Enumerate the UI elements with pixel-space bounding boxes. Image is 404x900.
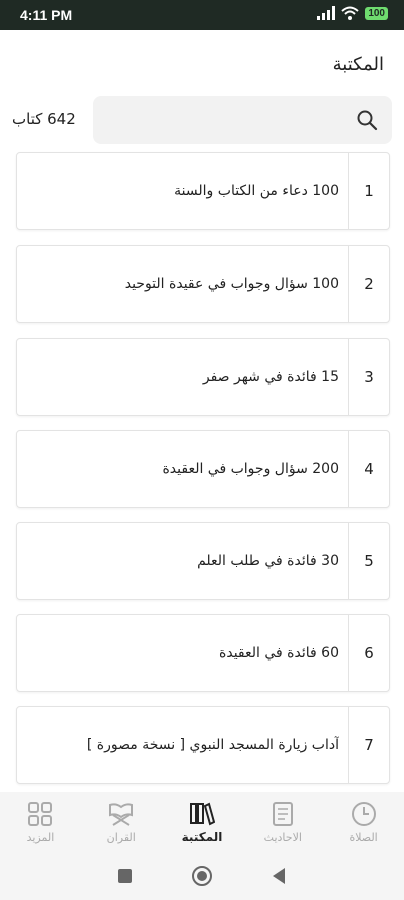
signal-icon xyxy=(317,6,336,20)
list-item[interactable]: 3 15 فائدة في شهر صفر xyxy=(16,338,390,416)
book-title: 15 فائدة في شهر صفر xyxy=(202,369,339,385)
recents-icon[interactable] xyxy=(117,868,133,884)
status-icons: 100 xyxy=(317,6,388,20)
book-title: 60 فائدة في العقيدة xyxy=(219,645,339,661)
book-number: 7 xyxy=(348,707,389,783)
book-title: 100 سؤال وجواب في عقيدة التوحيد xyxy=(124,276,339,292)
nav-label: المزيد xyxy=(26,830,55,844)
list-item[interactable]: 2 100 سؤال وجواب في عقيدة التوحيد xyxy=(16,245,390,323)
book-count: 642 كتاب xyxy=(12,110,76,128)
page-title: المكتبة xyxy=(332,54,384,75)
nav-label: الصلاة xyxy=(349,830,378,844)
book-title: 30 فائدة في طلب العلم xyxy=(197,553,339,569)
search-input[interactable] xyxy=(105,104,349,138)
wifi-icon xyxy=(341,6,359,20)
book-number: 4 xyxy=(348,431,389,507)
list-item[interactable]: 4 200 سؤال وجواب في العقيدة xyxy=(16,430,390,508)
nav-label: المكتبة xyxy=(181,830,223,844)
bottom-nav: الصلاة الاحاديث المكتبة القران المزيد xyxy=(0,792,404,852)
battery-icon: 100 xyxy=(365,6,388,20)
search-bar[interactable] xyxy=(93,96,392,144)
system-nav xyxy=(0,852,404,900)
nav-item-library[interactable]: المكتبة xyxy=(162,792,243,852)
status-time: 4:11 PM xyxy=(20,7,73,23)
nav-label: القران xyxy=(106,830,136,844)
list-item[interactable]: 7 آداب زيارة المسجد النبوي [ نسخة مصورة … xyxy=(16,706,390,784)
book-title: 200 سؤال وجواب في العقيدة xyxy=(162,461,339,477)
clock-icon xyxy=(351,801,376,826)
book-number: 1 xyxy=(348,153,389,229)
search-icon[interactable] xyxy=(356,109,378,131)
book-number: 6 xyxy=(348,615,389,691)
list-item[interactable]: 6 60 فائدة في العقيدة xyxy=(16,614,390,692)
home-icon[interactable] xyxy=(191,865,213,887)
book-title: آداب زيارة المسجد النبوي [ نسخة مصورة ] xyxy=(86,737,339,753)
nav-item-hadith[interactable]: الاحاديث xyxy=(242,792,323,852)
grid-icon xyxy=(28,801,53,826)
hadith-book-icon xyxy=(272,801,293,826)
book-number: 2 xyxy=(348,246,389,322)
status-bar: 4:11 PM 100 xyxy=(0,0,404,30)
list-item[interactable]: 1 100 دعاء من الكتاب والسنة xyxy=(16,152,390,230)
back-icon[interactable] xyxy=(271,867,287,885)
nav-item-quran[interactable]: القران xyxy=(81,792,162,852)
book-title: 100 دعاء من الكتاب والسنة xyxy=(174,183,339,199)
book-number: 3 xyxy=(348,339,389,415)
library-icon xyxy=(190,802,215,826)
nav-item-more[interactable]: المزيد xyxy=(0,792,81,852)
nav-item-prayer[interactable]: الصلاة xyxy=(323,792,404,852)
list-item[interactable]: 5 30 فائدة في طلب العلم xyxy=(16,522,390,600)
quran-stand-icon xyxy=(109,802,134,826)
nav-label: الاحاديث xyxy=(263,830,302,844)
book-number: 5 xyxy=(348,523,389,599)
